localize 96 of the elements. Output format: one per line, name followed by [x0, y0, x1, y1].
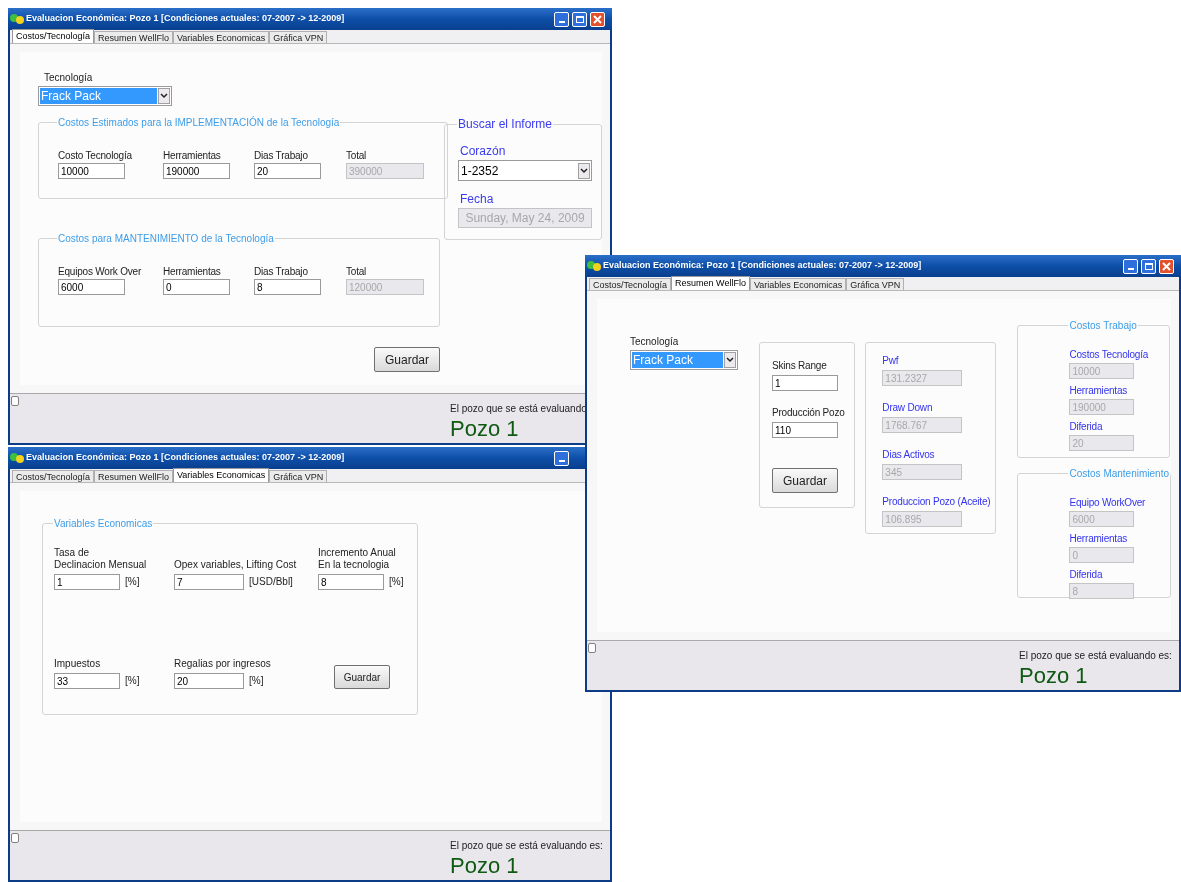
- well-name: Pozo 1: [450, 416, 520, 442]
- field-label: Impuestos: [54, 658, 102, 670]
- well-name: Pozo 1: [450, 853, 520, 879]
- status-label: El pozo que se está evaluando es:: [1019, 649, 1173, 663]
- checkbox[interactable]: [11, 396, 19, 406]
- text-field[interactable]: 1: [772, 375, 838, 391]
- window-title: Evaluacion Económica: Pozo 1 [Condiciones actuales: 07-2007 -> 12-2009]: [26, 12, 346, 26]
- field-label: Dias Trabajo: [254, 266, 309, 278]
- tab[interactable]: Variables Economicas: [172, 468, 270, 482]
- field-label: Incremento Anual En la tecnologia: [318, 547, 397, 571]
- tab[interactable]: Resumen WellFlo: [94, 470, 173, 482]
- app-logo-icon: [10, 13, 24, 25]
- text-field[interactable]: 8: [318, 574, 384, 590]
- group-title: Buscar el Informe: [457, 116, 554, 133]
- group-title: Costos para MANTENIMIENTO de la Tecnología: [57, 232, 275, 246]
- field-label: Draw Down: [882, 402, 934, 414]
- text-field[interactable]: 33: [54, 673, 120, 689]
- status-label: El pozo que se está evaluando: [450, 402, 588, 416]
- field-label: Pwf: [882, 355, 900, 367]
- field-label: Diferida: [1069, 421, 1104, 433]
- app-logo-icon: [587, 260, 601, 272]
- text-field[interactable]: 20: [174, 673, 244, 689]
- tab[interactable]: Variables Economicas: [172, 31, 270, 43]
- field-label: Tecnología: [630, 335, 680, 349]
- unit-label: [%]: [249, 674, 264, 688]
- tab[interactable]: Gráfica VPN: [846, 278, 905, 290]
- field-label: Equipos Work Over: [58, 266, 143, 278]
- unit-label: [%]: [389, 575, 404, 589]
- save-button[interactable]: Guardar: [772, 468, 838, 493]
- group-title: Variables Economicas: [53, 517, 154, 531]
- field-label: Dias Activos: [882, 449, 936, 461]
- field-label: Tasa de Declinacion Mensual: [54, 547, 148, 571]
- status-label: El pozo que se está evaluando es:: [450, 839, 604, 853]
- text-field[interactable]: 190000: [163, 163, 230, 179]
- field-label: Regalias por ingresos: [174, 658, 272, 670]
- tab[interactable]: Gráfica VPN: [269, 470, 328, 482]
- tab[interactable]: Costos/Tecnología: [12, 29, 95, 43]
- dropdown-value: Frack Pack: [40, 88, 157, 104]
- field-label: Herramientas: [1069, 385, 1129, 397]
- field-label: Diferida: [1069, 569, 1104, 581]
- text-field[interactable]: 0: [163, 279, 230, 295]
- well-name: Pozo 1: [1019, 663, 1089, 689]
- field-label: Total: [346, 150, 368, 162]
- tab[interactable]: Costos/Tecnología: [589, 278, 672, 290]
- unit-label: [%]: [125, 674, 140, 688]
- save-button[interactable]: Guardar: [334, 665, 390, 689]
- text-field[interactable]: 8: [254, 279, 321, 295]
- field-label: Total: [346, 266, 368, 278]
- field-label: Equipo WorkOver: [1069, 497, 1147, 509]
- checkbox[interactable]: [11, 833, 19, 843]
- tab[interactable]: Gráfica VPN: [269, 31, 328, 43]
- field-label: Producción Pozo: [772, 407, 846, 419]
- text-field[interactable]: 10000: [58, 163, 125, 179]
- chevron-down-icon: [158, 88, 170, 104]
- text-field[interactable]: 7: [174, 574, 244, 590]
- tab[interactable]: Resumen WellFlo: [94, 31, 173, 43]
- unit-label: [USD/Bbl]: [249, 575, 293, 589]
- close-button[interactable]: [1159, 258, 1174, 274]
- save-button[interactable]: Guardar: [374, 347, 440, 372]
- field-label: Opex variables, Lifting Cost: [174, 559, 298, 571]
- window-title: Evaluacion Económica: Pozo 1 [Condiciones actuales: 07-2007 -> 12-2009]: [603, 259, 923, 273]
- group-title: Costos Mantenimiento: [1068, 467, 1170, 481]
- minimize-button[interactable]: [554, 450, 569, 466]
- maximize-button[interactable]: [1141, 258, 1156, 274]
- group-title: Costos Trabajo: [1068, 319, 1138, 333]
- minimize-button[interactable]: [1123, 258, 1138, 274]
- chevron-down-icon: [724, 352, 736, 368]
- field-label: Costo Tecnología: [58, 150, 133, 162]
- field-label: Herramientas: [163, 150, 222, 162]
- field-label: Skins Range: [772, 360, 828, 372]
- text-field[interactable]: 110: [772, 422, 838, 438]
- field-label: Costos Tecnología: [1069, 349, 1150, 361]
- group-title: Costos Estimados para la IMPLEMENTACIÓN de la Tecnología: [57, 115, 341, 130]
- tab[interactable]: Variables Economicas: [749, 278, 847, 290]
- dropdown-value: Frack Pack: [632, 352, 723, 368]
- field-label: Corazón: [459, 143, 507, 160]
- unit-label: [%]: [125, 575, 140, 589]
- field-label: Produccion Pozo (Aceite): [882, 496, 992, 508]
- checkbox[interactable]: [588, 643, 596, 653]
- window-title: Evaluacion Económica: Pozo 1 [Condiciones actuales: 07-2007 -> 12-2009]: [26, 451, 346, 465]
- tab[interactable]: Resumen WellFlo: [671, 276, 750, 290]
- close-button[interactable]: [590, 11, 605, 27]
- app-logo-icon: [10, 452, 24, 464]
- text-field[interactable]: 20: [254, 163, 321, 179]
- field-label: Dias Trabajo: [254, 150, 309, 162]
- field-label: Fecha: [459, 191, 495, 208]
- maximize-button[interactable]: [572, 11, 587, 27]
- text-field[interactable]: 6000: [58, 279, 125, 295]
- dropdown[interactable]: 1-2352: [458, 160, 592, 181]
- field-label: Herramientas: [163, 266, 222, 278]
- field-label: Herramientas: [1069, 533, 1129, 545]
- tab[interactable]: Costos/Tecnología: [12, 470, 95, 482]
- text-field[interactable]: 1: [54, 574, 120, 590]
- minimize-button[interactable]: [554, 11, 569, 27]
- field-label: Tecnología: [43, 71, 94, 85]
- chevron-down-icon: [578, 162, 590, 179]
